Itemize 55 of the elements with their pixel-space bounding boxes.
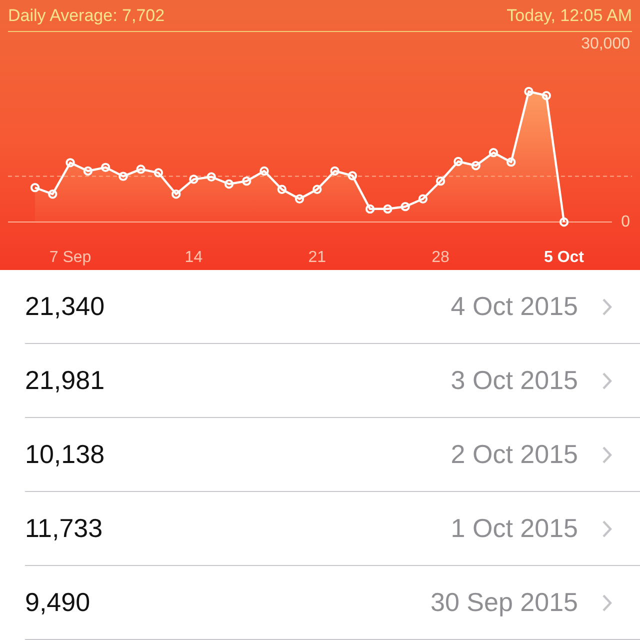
- data-point: [100, 162, 110, 172]
- data-point: [294, 194, 304, 204]
- chevron-icon: [602, 446, 612, 464]
- data-point: [136, 164, 146, 174]
- data-point: [348, 171, 357, 180]
- data-point: [383, 204, 392, 214]
- date-label: 3 Oct 2015: [450, 365, 578, 396]
- step-count: 9,490: [25, 587, 92, 618]
- chevron-icon: [602, 298, 612, 316]
- x-axis-label: 5 Oct: [544, 249, 584, 266]
- date-label: 30 Sep 2015: [430, 587, 578, 618]
- data-point: [488, 148, 498, 158]
- date-label: 2 Oct 2015: [450, 439, 578, 470]
- data-point: [189, 174, 198, 184]
- data-point: [542, 91, 551, 100]
- data-point: [83, 166, 92, 176]
- data-point: [418, 194, 428, 204]
- data-point: [48, 190, 58, 199]
- data-point: [30, 182, 40, 192]
- data-point: [242, 176, 252, 186]
- y-axis-label: 30,000: [581, 36, 630, 52]
- data-point: [330, 166, 340, 176]
- data-point: [471, 161, 480, 170]
- timestamp: Today, 12:05 AM: [506, 6, 632, 26]
- data-point: [277, 184, 286, 194]
- data-point: [400, 202, 410, 212]
- data-point: [206, 172, 216, 182]
- step-count: 10,138: [25, 439, 106, 470]
- data-point: [506, 157, 516, 167]
- data-point: [436, 176, 446, 186]
- chevron-icon: [602, 594, 612, 612]
- x-axis-label: 7 Sep: [49, 249, 92, 266]
- y-axis-label: 0: [621, 214, 630, 230]
- data-point: [559, 217, 569, 227]
- date-label: 1 Oct 2015: [450, 513, 578, 544]
- data-point: [365, 204, 375, 214]
- data-point: [260, 166, 269, 176]
- data-point: [154, 168, 164, 178]
- daily-average: Daily Average: 7,702: [8, 6, 165, 26]
- step-count: 21,340: [25, 291, 106, 322]
- x-axis-label: 14: [184, 249, 203, 266]
- step-count: 21,981: [25, 365, 106, 396]
- data-point: [66, 158, 75, 168]
- data-point: [454, 156, 463, 166]
- x-axis-label: 21: [308, 249, 326, 266]
- step-count: 11,733: [25, 513, 104, 544]
- data-point: [524, 86, 534, 96]
- data-point: [171, 190, 181, 199]
- date-label: 4 Oct 2015: [450, 291, 578, 322]
- data-point: [118, 172, 128, 181]
- data-point: [224, 179, 234, 189]
- chevron-icon: [602, 372, 612, 390]
- chevron-icon: [602, 520, 612, 538]
- x-axis-label: 28: [432, 249, 450, 266]
- data-point: [312, 184, 322, 194]
